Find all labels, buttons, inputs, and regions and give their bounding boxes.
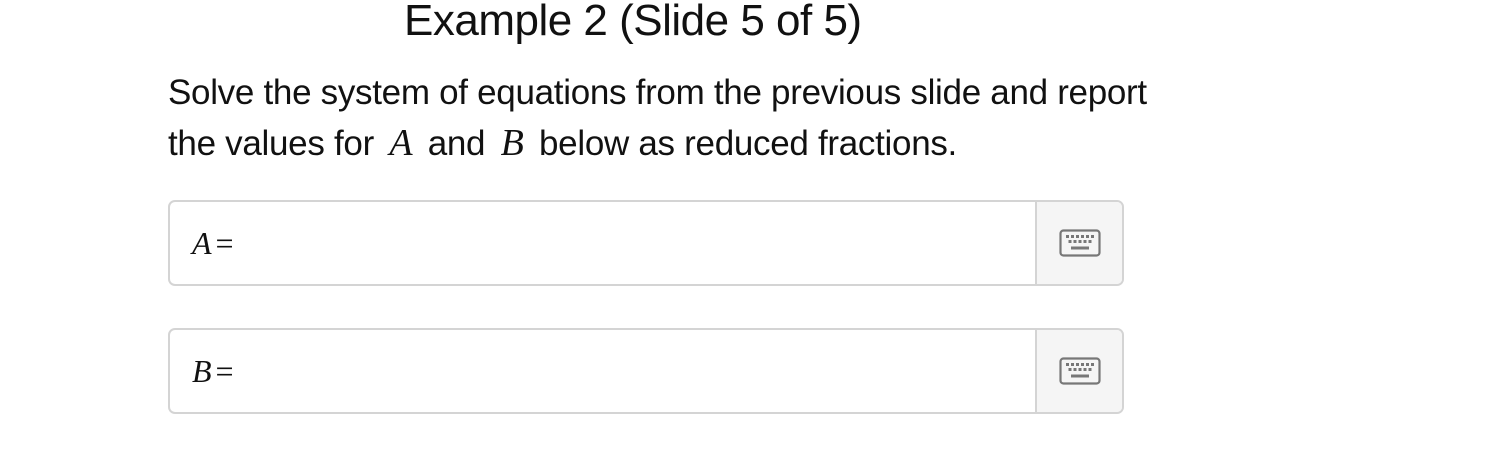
- keyboard-button-a[interactable]: [1035, 202, 1122, 284]
- math-variable-b: B: [500, 122, 524, 164]
- equals-sign: =: [215, 224, 234, 261]
- keyboard-button-b[interactable]: [1035, 330, 1122, 412]
- math-variable-a: A: [389, 122, 413, 164]
- keyboard-icon: [1058, 357, 1101, 385]
- instructions-text: Solve the system of equations from the p…: [168, 68, 1148, 169]
- equals-sign: =: [215, 352, 234, 389]
- keyboard-icon: [1058, 229, 1101, 257]
- instructions-part2: and: [427, 124, 486, 163]
- page-title: Example 2 (Slide 5 of 5): [404, 0, 862, 45]
- answer-label-b: B: [192, 352, 212, 389]
- answer-input-b[interactable]: B =: [170, 330, 1037, 412]
- answer-input-a[interactable]: A =: [170, 202, 1037, 284]
- answer-box-a: A =: [168, 200, 1124, 286]
- instructions-part3: below as reduced fractions.: [539, 124, 957, 163]
- answer-box-b: B =: [168, 328, 1124, 414]
- answer-label-a: A: [192, 224, 212, 261]
